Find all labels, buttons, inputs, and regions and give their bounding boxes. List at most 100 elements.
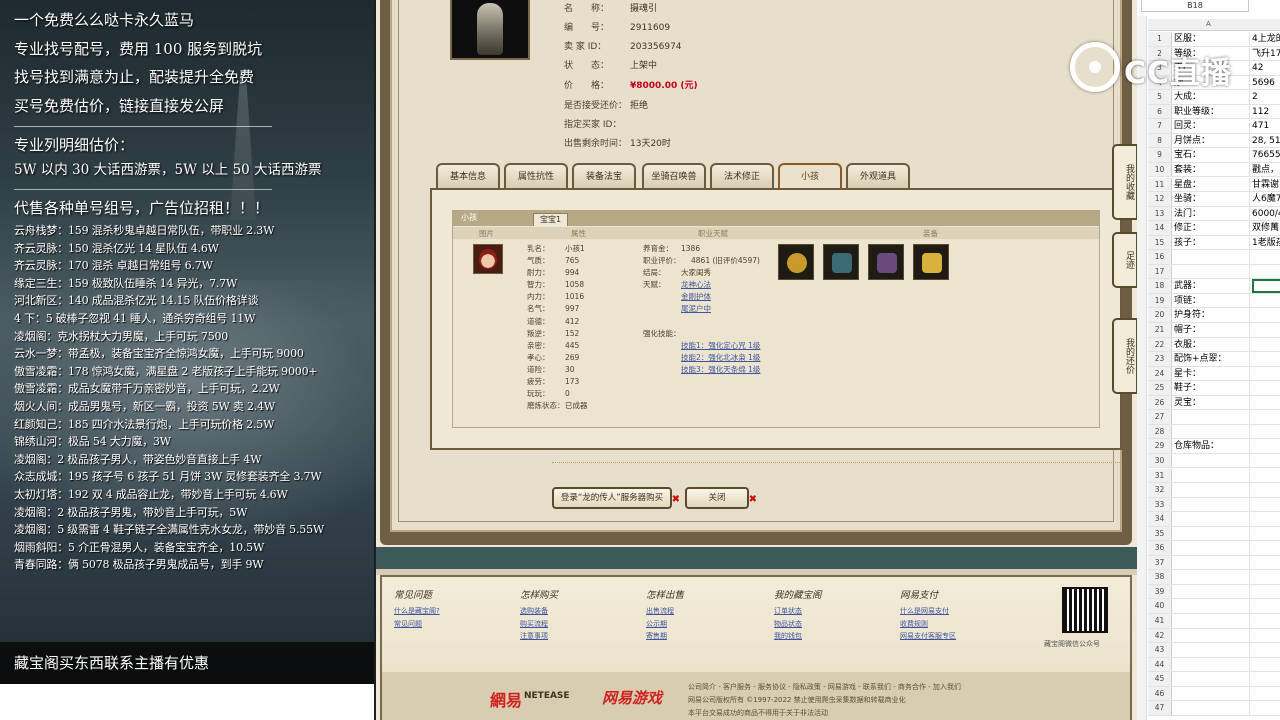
cell-a[interactable]: 职业等级： <box>1174 104 1250 119</box>
login-buy-button[interactable]: 登录“龙的传人”服务器购买 ✖ <box>552 487 680 509</box>
row-number[interactable]: 29 <box>1148 439 1172 453</box>
cell-a[interactable]: 帽子： <box>1174 323 1250 337</box>
row-number[interactable]: 28 <box>1148 424 1172 439</box>
cloak-icon[interactable] <box>823 244 859 280</box>
cell-b[interactable] <box>1252 643 1280 657</box>
cell-a[interactable]: 宝石： <box>1174 148 1250 162</box>
row-number[interactable]: 38 <box>1148 570 1172 584</box>
cell-a[interactable]: 鞋子： <box>1174 381 1250 395</box>
row-number[interactable]: 13 <box>1148 206 1172 221</box>
cell-b[interactable] <box>1252 599 1280 613</box>
footer-link[interactable]: 常见问题 <box>394 618 440 631</box>
footer-link[interactable]: 收费规则 <box>900 618 956 631</box>
cell-b[interactable]: 6000/4 <box>1252 207 1280 221</box>
footer-link[interactable]: 我的钱包 <box>774 630 822 643</box>
cell-a[interactable] <box>1174 541 1250 555</box>
footer-link[interactable]: 购买流程 <box>520 618 558 631</box>
kid-subtab-baby1[interactable]: 宝宝1 <box>533 213 569 226</box>
tab-6[interactable]: 小孩 <box>778 163 842 189</box>
cell-b[interactable] <box>1252 541 1280 555</box>
cell-b[interactable]: 甘霖谢 <box>1252 178 1280 192</box>
sheet-left-scrollbar[interactable] <box>1137 16 1147 720</box>
cell-b[interactable] <box>1252 294 1280 308</box>
cell-b[interactable] <box>1252 367 1280 381</box>
cell-a[interactable] <box>1174 599 1250 613</box>
career-link[interactable]: 尾泥户中 <box>681 304 711 313</box>
cell-a[interactable] <box>1174 628 1250 643</box>
cell-b[interactable] <box>1252 614 1280 628</box>
row-number[interactable]: 42 <box>1148 628 1172 643</box>
cell-b[interactable] <box>1252 410 1280 424</box>
row-number[interactable]: 41 <box>1148 614 1172 628</box>
cell-b[interactable] <box>1252 658 1280 672</box>
cell-a[interactable] <box>1174 497 1250 512</box>
cell-a[interactable]: 套装： <box>1174 162 1250 177</box>
cell-b[interactable] <box>1252 279 1280 293</box>
cell-b[interactable] <box>1252 338 1280 352</box>
cell-b[interactable] <box>1252 498 1280 512</box>
row-number[interactable]: 45 <box>1148 672 1172 686</box>
cell-b[interactable] <box>1252 469 1280 483</box>
row-number[interactable]: 20 <box>1148 308 1172 322</box>
cell-b[interactable]: 112 <box>1252 105 1280 119</box>
row-number[interactable]: 31 <box>1148 468 1172 483</box>
cell-b[interactable]: 471 <box>1252 119 1280 133</box>
ring-icon[interactable] <box>778 244 814 280</box>
cell-a[interactable] <box>1174 584 1250 599</box>
scroll-icon[interactable] <box>868 244 904 280</box>
cell-a[interactable] <box>1174 424 1250 439</box>
cell-b[interactable] <box>1252 701 1280 715</box>
tab-3[interactable]: 装备法宝 <box>572 163 636 189</box>
cell-a[interactable]: 仓库物品： <box>1174 439 1250 453</box>
row-number[interactable]: 39 <box>1148 584 1172 599</box>
cell-a[interactable] <box>1174 614 1250 628</box>
cell-b[interactable] <box>1252 483 1280 497</box>
row-number[interactable]: 35 <box>1148 526 1172 541</box>
side-tab-counteroffer[interactable]: 我的还价 <box>1112 318 1138 394</box>
cell-b[interactable] <box>1252 512 1280 526</box>
row-number[interactable]: 10 <box>1148 162 1172 177</box>
row-number[interactable]: 8 <box>1148 133 1172 148</box>
cell-a[interactable] <box>1174 555 1250 570</box>
row-number[interactable]: 47 <box>1148 701 1172 715</box>
cell-a[interactable] <box>1174 526 1250 541</box>
cell-a[interactable]: 回灵： <box>1174 119 1250 133</box>
footer-link[interactable]: 网易支付客服专区 <box>900 630 956 643</box>
close-button[interactable]: 关闭 ✖ <box>685 487 757 509</box>
footer-link[interactable]: 注意事项 <box>520 630 558 643</box>
cell-a[interactable]: 月饼点： <box>1174 133 1250 148</box>
cell-a[interactable] <box>1174 672 1250 686</box>
cell-b[interactable] <box>1252 556 1280 570</box>
tab-2[interactable]: 属性抗性 <box>504 163 568 189</box>
row-number[interactable]: 25 <box>1148 381 1172 395</box>
row-number[interactable]: 40 <box>1148 599 1172 613</box>
footer-link[interactable]: 物品状态 <box>774 618 822 631</box>
cell-b[interactable] <box>1252 308 1280 322</box>
cell-b[interactable] <box>1252 527 1280 541</box>
footer-link[interactable]: 选购装备 <box>520 605 558 618</box>
footer-links[interactable]: 公司简介 - 客户服务 - 服务协议 - 隐私政策 - 网易游戏 - 联系我们 … <box>688 681 961 694</box>
cell-a[interactable] <box>1174 643 1250 657</box>
gold-icon[interactable] <box>913 244 949 280</box>
row-number[interactable]: 16 <box>1148 250 1172 264</box>
cell-a[interactable] <box>1174 250 1250 264</box>
cell-a[interactable] <box>1174 657 1250 672</box>
row-number[interactable]: 32 <box>1148 483 1172 497</box>
row-number[interactable]: 24 <box>1148 366 1172 381</box>
row-number[interactable]: 21 <box>1148 323 1172 337</box>
row-number[interactable]: 12 <box>1148 192 1172 206</box>
cell-a[interactable]: 项链： <box>1174 293 1250 308</box>
cell-a[interactable]: 护身符： <box>1174 308 1250 322</box>
row-number[interactable]: 46 <box>1148 686 1172 701</box>
tab-1[interactable]: 基本信息 <box>436 163 500 189</box>
row-number[interactable]: 30 <box>1148 453 1172 468</box>
row-number[interactable]: 44 <box>1148 657 1172 672</box>
cell-b[interactable] <box>1252 265 1280 279</box>
cell-b[interactable] <box>1252 629 1280 643</box>
cell-b[interactable] <box>1252 381 1280 395</box>
cell-a[interactable] <box>1174 453 1250 468</box>
career-link[interactable]: 技能1：强化定心咒 1级 <box>681 341 760 350</box>
tab-4[interactable]: 坐骑召唤兽 <box>642 163 706 189</box>
cell-b[interactable] <box>1252 570 1280 584</box>
footer-link[interactable]: 公示期 <box>646 618 684 631</box>
